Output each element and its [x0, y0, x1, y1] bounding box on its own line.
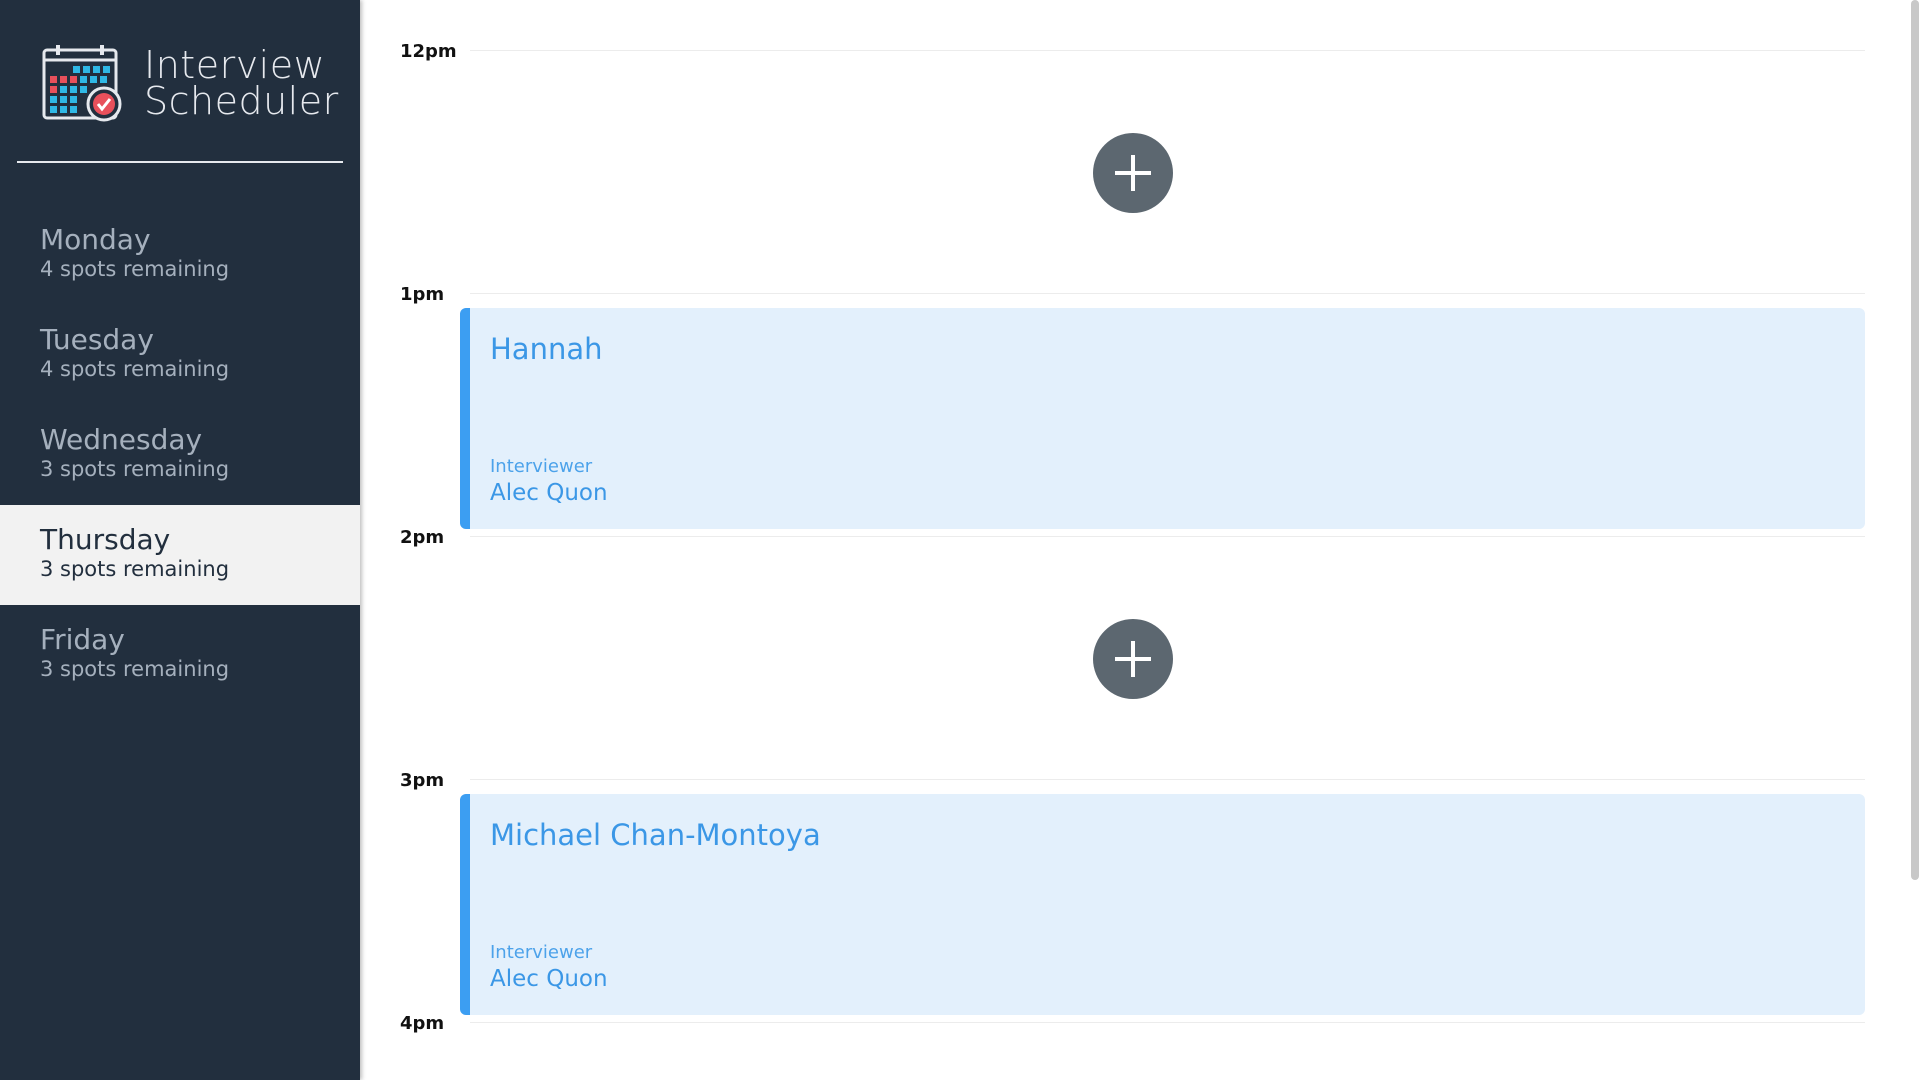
- day-spots: 3 spots remaining: [40, 657, 230, 681]
- day-item-wednesday[interactable]: Wednesday 3 spots remaining: [0, 405, 360, 505]
- day-item-monday[interactable]: Monday 4 spots remaining: [0, 205, 360, 305]
- vertical-scrollbar[interactable]: [1910, 0, 1920, 1080]
- day-name: Friday: [40, 623, 125, 656]
- interviewer-label: Interviewer: [490, 456, 593, 477]
- slot-time: 1pm: [400, 284, 445, 305]
- day-spots: 3 spots remaining: [40, 557, 230, 581]
- add-appointment-button[interactable]: [1093, 619, 1173, 699]
- slot-time: 4pm: [400, 1013, 445, 1034]
- time-slot-1pm: 1pm Hannah Interviewer Alec Quon: [360, 243, 1908, 529]
- day-item-friday[interactable]: Friday 3 spots remaining: [0, 605, 360, 705]
- slot-time: 12pm: [400, 41, 457, 62]
- day-name: Thursday: [40, 523, 171, 556]
- day-spots: 4 spots remaining: [40, 257, 230, 281]
- time-slot-2pm: 2pm: [360, 486, 1908, 729]
- slot-separator: [470, 293, 1865, 294]
- sidebar-divider: [17, 161, 343, 163]
- brand: Interview Scheduler: [42, 44, 339, 122]
- sidebar: Interview Scheduler Monday 4 spots remai…: [0, 0, 360, 1080]
- calendar-check-icon: [42, 45, 122, 122]
- app-title-line1: Interview: [144, 43, 326, 87]
- interviewer-label: Interviewer: [490, 942, 593, 963]
- app-title-line2: Scheduler: [144, 79, 339, 123]
- slot-separator: [470, 50, 1865, 51]
- day-name: Tuesday: [40, 323, 154, 356]
- day-spots: 3 spots remaining: [40, 457, 230, 481]
- day-item-thursday[interactable]: Thursday 3 spots remaining: [0, 505, 360, 605]
- app-title: Interview Scheduler: [144, 43, 339, 123]
- slot-separator: [470, 1022, 1865, 1023]
- student-name: Michael Chan-Montoya: [490, 818, 821, 852]
- plus-icon: [1115, 155, 1151, 191]
- slot-time: 2pm: [400, 527, 445, 548]
- time-slot-12pm: 12pm: [360, 0, 1908, 243]
- day-name: Monday: [40, 223, 151, 256]
- student-name: Hannah: [490, 332, 603, 366]
- add-appointment-button[interactable]: [1093, 133, 1173, 213]
- day-name: Wednesday: [40, 423, 203, 456]
- day-spots: 4 spots remaining: [40, 357, 230, 381]
- slot-time: 3pm: [400, 770, 445, 791]
- slot-separator: [470, 779, 1865, 780]
- schedule: 12pm 1pm Hannah Interviewer Alec Quon 2p…: [360, 0, 1908, 1080]
- day-item-tuesday[interactable]: Tuesday 4 spots remaining: [0, 305, 360, 405]
- scrollbar-thumb[interactable]: [1911, 0, 1919, 880]
- time-slot-3pm: 3pm Michael Chan-Montoya Interviewer Ale…: [360, 729, 1908, 1015]
- slot-separator: [470, 536, 1865, 537]
- day-list: Monday 4 spots remaining Tuesday 4 spots…: [0, 205, 360, 705]
- time-slot-4pm: 4pm: [360, 972, 1908, 1080]
- plus-icon: [1115, 641, 1151, 677]
